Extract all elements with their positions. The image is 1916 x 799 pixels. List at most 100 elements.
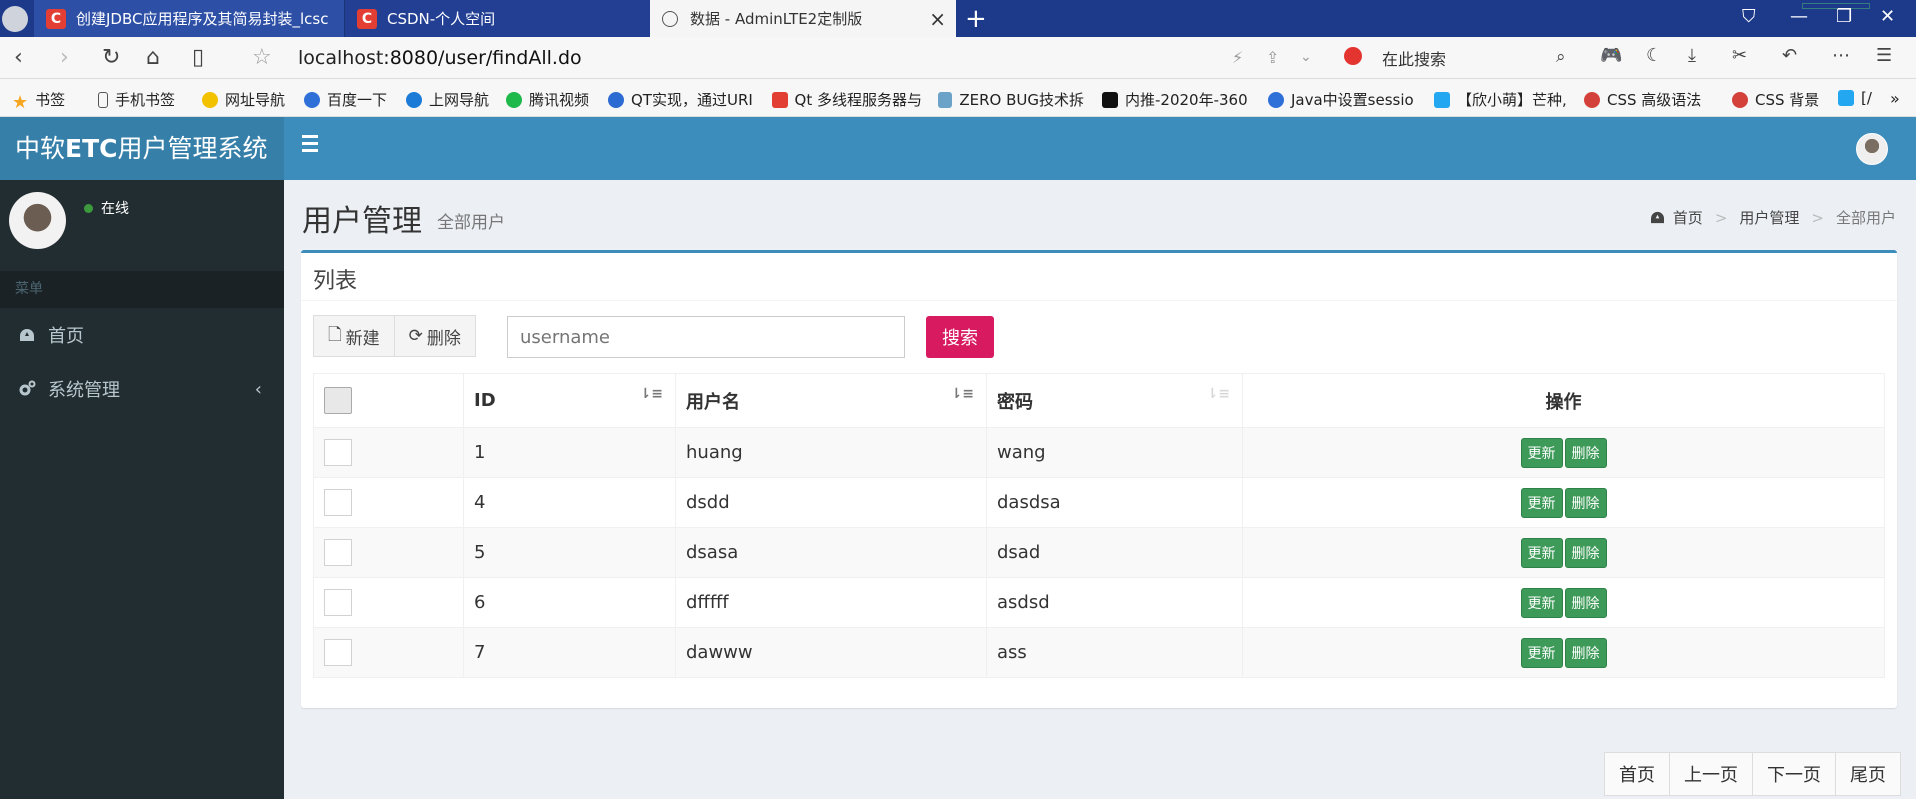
search-button[interactable]: 搜索 xyxy=(926,316,994,358)
browser-search-input[interactable]: 在此搜索 xyxy=(1382,46,1622,70)
browser-tab-2[interactable]: C CSDN-个人空间 xyxy=(344,0,650,37)
sidebar-item-system[interactable]: 系统管理 ‹ xyxy=(0,362,284,416)
row-delete-button[interactable]: 删除 xyxy=(1564,587,1607,618)
username-search-input[interactable] xyxy=(507,316,905,358)
row-checkbox[interactable] xyxy=(324,439,352,466)
sort-desc-icon[interactable]: ⇂≡ xyxy=(951,386,974,402)
share-icon[interactable]: ⇪ xyxy=(1266,48,1279,67)
sidebar-item-label: 系统管理 xyxy=(48,380,120,401)
prev-page-button[interactable]: 上一页 xyxy=(1670,752,1753,796)
update-button[interactable]: 更新 xyxy=(1520,437,1563,468)
bookmark-item[interactable]: [/ xyxy=(1838,89,1882,107)
row-delete-button[interactable]: 删除 xyxy=(1564,537,1607,568)
user-avatar[interactable] xyxy=(1856,133,1888,165)
new-tab-icon[interactable]: + xyxy=(965,4,987,34)
search-icon[interactable]: ⌕ xyxy=(1556,47,1566,67)
bookmark-item[interactable]: Java中设置sessio xyxy=(1268,89,1420,110)
cell-password: asdsd xyxy=(986,577,1243,628)
close-tab-icon[interactable]: × xyxy=(929,7,946,31)
sidebar-toggle-icon[interactable] xyxy=(302,135,318,156)
minimize-icon[interactable]: — xyxy=(1790,6,1808,27)
bookmark-item[interactable]: 手机书签 xyxy=(98,89,175,110)
column-header-username[interactable]: 用户名 ⇂≡ xyxy=(675,373,987,428)
forward-icon[interactable]: › xyxy=(60,45,69,70)
bookmark-item[interactable]: QT实现，通过URI xyxy=(608,89,758,110)
browser-navigation-bar: ‹ › ↻ ⌂ ▯ ☆ localhost:8080/user/findAll.… xyxy=(0,37,1916,79)
address-bar[interactable]: localhost:8080/user/findAll.do xyxy=(298,47,582,69)
shirt-skin-icon[interactable]: ⛉ xyxy=(1742,6,1756,27)
browser-logo-icon[interactable] xyxy=(2,6,28,32)
cell-actions: 更新 删除 xyxy=(1242,577,1885,628)
home-icon[interactable]: ⌂ xyxy=(146,45,160,70)
table-row: 6 dfffff asdsd 更新 删除 xyxy=(313,577,1885,628)
first-page-button[interactable]: 首页 xyxy=(1604,752,1670,796)
breadcrumb-home[interactable]: 首页 xyxy=(1673,207,1703,228)
breadcrumb-user-management[interactable]: 用户管理 xyxy=(1739,207,1799,228)
table-row: 5 dsasa dsad 更新 删除 xyxy=(313,527,1885,578)
delete-button[interactable]: ⟳ 删除 xyxy=(394,315,476,357)
star-icon[interactable]: ☆ xyxy=(252,45,272,70)
zero-bug-icon xyxy=(938,91,953,108)
row-delete-button[interactable]: 删除 xyxy=(1564,637,1607,668)
breadcrumb: 首页 > 用户管理 > 全部用户 xyxy=(1650,207,1896,228)
row-delete-button[interactable]: 删除 xyxy=(1564,437,1607,468)
row-checkbox[interactable] xyxy=(324,489,352,516)
bookmark-item[interactable]: 腾讯视频 xyxy=(506,89,589,110)
column-header-id[interactable]: ID ⇂≡ xyxy=(463,373,676,428)
game-icon[interactable]: 🎮 xyxy=(1600,45,1622,66)
browser-tab-active[interactable]: 数据 - AdminLTE2定制版 × xyxy=(650,0,956,37)
night-mode-icon[interactable]: ☾ xyxy=(1646,45,1662,66)
browser-tab-1[interactable]: C 创建JDBC应用程序及其简易封装_lcsc xyxy=(34,0,344,37)
lightning-icon[interactable]: ⚡ xyxy=(1232,48,1243,67)
more-icon[interactable]: ⋯ xyxy=(1832,45,1850,66)
bookmark-item[interactable]: 百度一下 xyxy=(304,89,387,110)
restore-icon[interactable]: ❐ xyxy=(1836,6,1852,27)
row-checkbox[interactable] xyxy=(324,539,352,566)
new-button[interactable]: 🗋 新建 xyxy=(313,315,395,357)
row-checkbox[interactable] xyxy=(324,589,352,616)
row-checkbox[interactable] xyxy=(324,639,352,666)
undo-icon[interactable]: ↶ xyxy=(1782,45,1797,66)
breadcrumb-separator: > xyxy=(1811,208,1824,227)
window-close-icon[interactable]: ✕ xyxy=(1880,6,1895,27)
bookmark-item[interactable]: CSS 背景 xyxy=(1732,89,1819,110)
chevron-left-icon: ‹ xyxy=(254,378,262,400)
column-header-password[interactable]: 密码 ⇂≡ xyxy=(986,373,1243,428)
bookmark-item[interactable]: 网址导航 xyxy=(202,89,285,110)
update-button[interactable]: 更新 xyxy=(1520,537,1563,568)
bookmark-item[interactable]: 上网导航 xyxy=(406,89,489,110)
row-select-cell xyxy=(313,477,464,528)
sogou-icon[interactable] xyxy=(1344,47,1362,65)
update-button[interactable]: 更新 xyxy=(1520,637,1563,668)
sidebar-item-home[interactable]: 首页 xyxy=(0,308,284,362)
row-delete-button[interactable]: 删除 xyxy=(1564,487,1607,518)
bookmark-item[interactable]: 内推-2020年-360 xyxy=(1102,89,1250,110)
next-page-button[interactable]: 下一页 xyxy=(1753,752,1836,796)
bookmark-item[interactable]: ★ 书签 xyxy=(12,89,65,113)
online-status: 在线 xyxy=(84,198,129,218)
chevron-down-icon[interactable]: ⌄ xyxy=(1300,49,1312,65)
reload-icon[interactable]: ↻ xyxy=(102,45,120,70)
column-label: 密码 xyxy=(997,391,1033,413)
update-button[interactable]: 更新 xyxy=(1520,487,1563,518)
download-icon[interactable]: ⤓ xyxy=(1688,45,1696,66)
bookmark-item[interactable]: Qt 多线程服务器与 xyxy=(772,89,922,110)
more-bookmarks-icon[interactable]: » xyxy=(1890,89,1900,108)
row-select-cell xyxy=(313,577,464,628)
scissors-icon[interactable]: ✂ xyxy=(1732,45,1747,66)
bookmark-item[interactable]: 【欣小萌】芒种, xyxy=(1434,89,1568,110)
page-title: 用户管理 xyxy=(302,204,422,239)
menu-icon[interactable]: ☰ xyxy=(1876,45,1892,66)
bookmark-item[interactable]: ZERO BUG技术拆 xyxy=(938,89,1084,110)
update-button[interactable]: 更新 xyxy=(1520,587,1563,618)
url-host: localhost xyxy=(298,47,384,69)
back-icon[interactable]: ‹ xyxy=(14,45,23,70)
user-panel: 在线 xyxy=(0,180,284,271)
app-logo[interactable]: 中软ETC用户管理系统 xyxy=(0,117,284,180)
select-all-checkbox[interactable] xyxy=(324,387,352,414)
last-page-button[interactable]: 尾页 xyxy=(1836,752,1901,796)
sort-asc-icon[interactable]: ⇂≡ xyxy=(640,386,663,402)
sort-icon[interactable]: ⇂≡ xyxy=(1207,386,1230,402)
bookmark-item[interactable]: CSS 高级语法 xyxy=(1584,89,1701,110)
reader-icon[interactable]: ▯ xyxy=(192,45,204,70)
